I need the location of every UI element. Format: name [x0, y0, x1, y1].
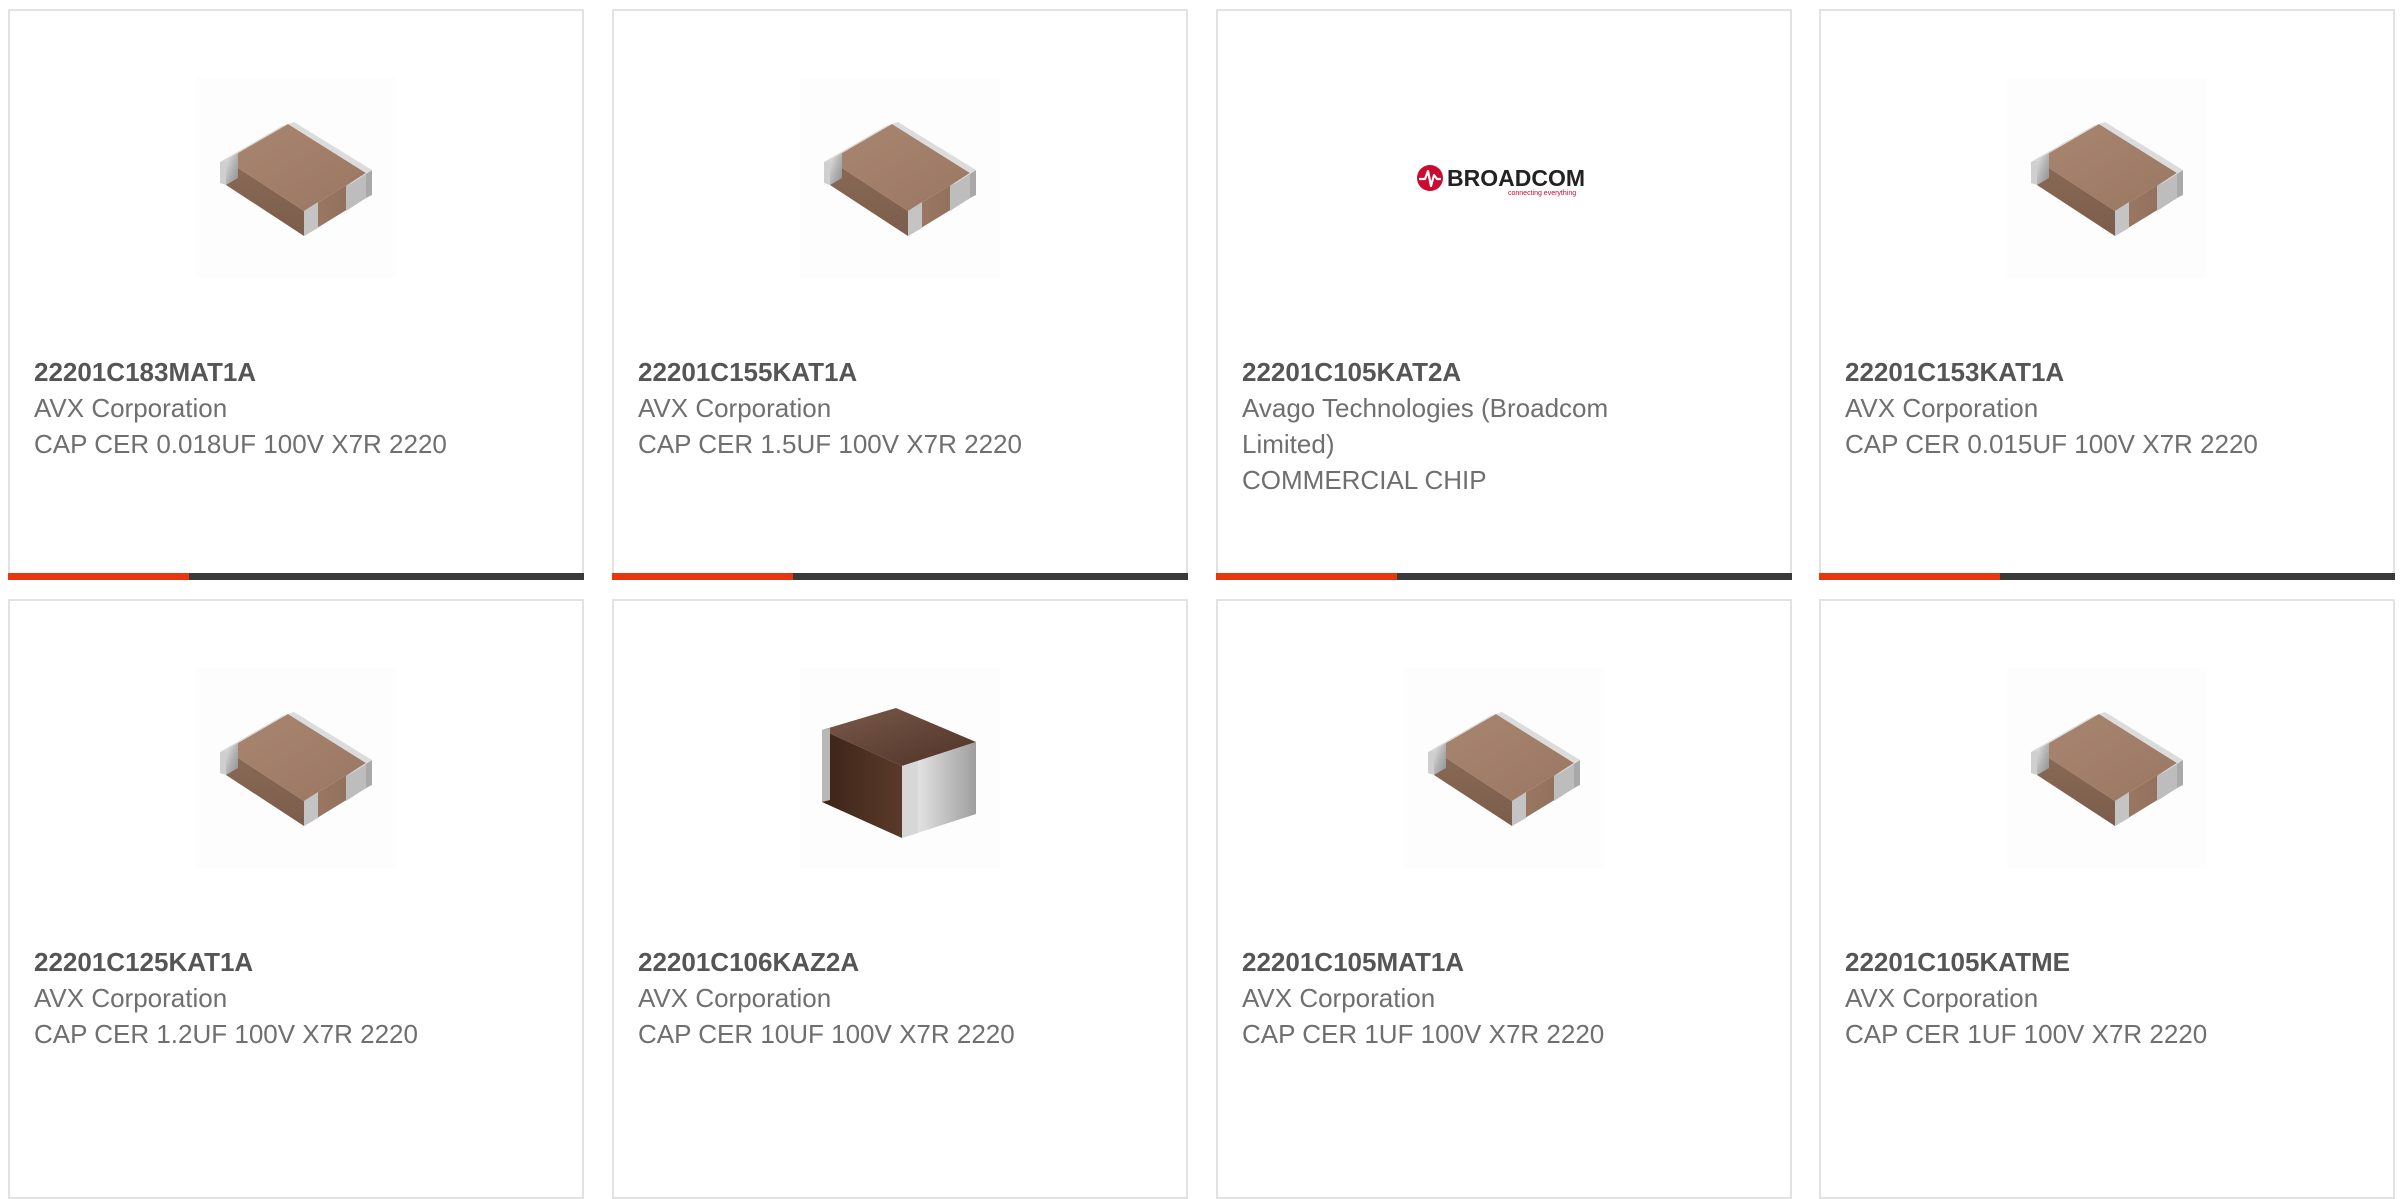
part-number[interactable]: 22201C105KAT2A — [1242, 354, 1662, 390]
product-card[interactable]: BROADCOM connecting everything 22201C105… — [1216, 9, 1792, 580]
dark-segment — [2000, 573, 2395, 580]
card-accent-bar — [612, 573, 1188, 580]
product-grid: 22201C183MAT1A AVX Corporation CAP CER 0… — [0, 0, 2400, 1199]
part-number[interactable]: 22201C153KAT1A — [1845, 354, 2265, 390]
accent-segment — [1216, 573, 1398, 580]
capacitor-chip-icon[interactable] — [1404, 668, 1604, 868]
card-accent-bar — [1819, 573, 2395, 580]
manufacturer: AVX Corporation — [638, 983, 832, 1013]
description: CAP CER 0.015UF 100V X7R 2220 — [1845, 429, 2258, 459]
product-card[interactable]: 22201C105KATME AVX Corporation CAP CER 1… — [1819, 599, 2395, 1199]
capacitor-chip-dark-icon[interactable] — [800, 668, 1000, 868]
accent-segment — [612, 573, 794, 580]
description: COMMERCIAL CHIP — [1242, 465, 1487, 495]
description: CAP CER 1.5UF 100V X7R 2220 — [638, 429, 1022, 459]
capacitor-chip-icon[interactable] — [2007, 668, 2207, 868]
product-card[interactable]: 22201C125KAT1A AVX Corporation CAP CER 1… — [8, 599, 584, 1199]
capacitor-chip-icon[interactable] — [800, 78, 1000, 278]
dark-segment — [793, 573, 1188, 580]
card-accent-bar — [1216, 573, 1792, 580]
manufacturer: AVX Corporation — [34, 393, 228, 423]
product-card[interactable]: 22201C183MAT1A AVX Corporation CAP CER 0… — [8, 9, 584, 580]
manufacturer: AVX Corporation — [1845, 983, 2039, 1013]
broadcom-wordmark: BROADCOM — [1447, 165, 1585, 191]
accent-segment — [8, 573, 190, 580]
dark-segment — [1397, 573, 1792, 580]
manufacturer: AVX Corporation — [638, 393, 832, 423]
part-number[interactable]: 22201C105KATME — [1845, 944, 2265, 980]
description: CAP CER 1.2UF 100V X7R 2220 — [34, 1019, 418, 1049]
broadcom-logo[interactable]: BROADCOM connecting everything — [1404, 78, 1604, 278]
part-number[interactable]: 22201C106KAZ2A — [638, 944, 1058, 980]
part-number[interactable]: 22201C105MAT1A — [1242, 944, 1662, 980]
manufacturer: AVX Corporation — [1845, 393, 2039, 423]
part-number[interactable]: 22201C155KAT1A — [638, 354, 1058, 390]
manufacturer: Avago Technologies (Broadcom Limited) — [1242, 393, 1609, 459]
manufacturer: AVX Corporation — [34, 983, 228, 1013]
manufacturer: AVX Corporation — [1242, 983, 1436, 1013]
description: CAP CER 10UF 100V X7R 2220 — [638, 1019, 1015, 1049]
part-number[interactable]: 22201C125KAT1A — [34, 944, 454, 980]
accent-segment — [1819, 573, 2001, 580]
description: CAP CER 1UF 100V X7R 2220 — [1242, 1019, 1605, 1049]
dark-segment — [189, 573, 584, 580]
card-accent-bar — [8, 573, 584, 580]
broadcom-tagline: connecting everything — [1508, 190, 1576, 197]
product-card[interactable]: 22201C155KAT1A AVX Corporation CAP CER 1… — [612, 9, 1188, 580]
product-card[interactable]: 22201C106KAZ2A AVX Corporation CAP CER 1… — [612, 599, 1188, 1199]
capacitor-chip-icon[interactable] — [196, 78, 396, 278]
product-card[interactable]: 22201C105MAT1A AVX Corporation CAP CER 1… — [1216, 599, 1792, 1199]
capacitor-chip-icon[interactable] — [196, 668, 396, 868]
product-card[interactable]: 22201C153KAT1A AVX Corporation CAP CER 0… — [1819, 9, 2395, 580]
broadcom-logo-icon: BROADCOM connecting everything — [1417, 165, 1585, 197]
description: CAP CER 1UF 100V X7R 2220 — [1845, 1019, 2208, 1049]
capacitor-chip-icon[interactable] — [2007, 78, 2207, 278]
part-number[interactable]: 22201C183MAT1A — [34, 354, 454, 390]
description: CAP CER 0.018UF 100V X7R 2220 — [34, 429, 447, 459]
